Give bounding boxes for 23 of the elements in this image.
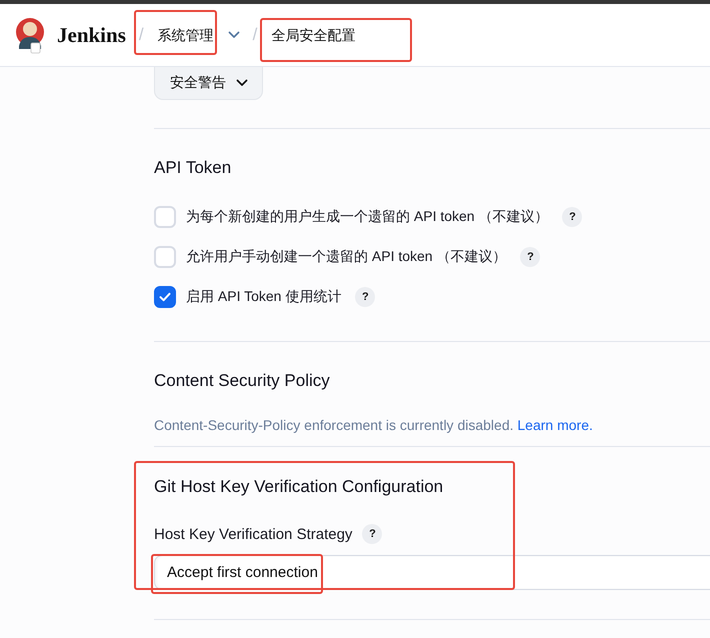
breadcrumb-link[interactable]: 系统管理: [158, 26, 214, 44]
breadcrumb-link[interactable]: 全局安全配置: [271, 26, 356, 44]
help-button[interactable]: ?: [355, 287, 376, 307]
breadcrumb-separator: /: [138, 25, 144, 45]
field-label: Host Key Verification Strategy: [154, 526, 352, 542]
help-button[interactable]: ?: [362, 524, 382, 544]
help-button[interactable]: ?: [562, 207, 582, 227]
section-heading: Content Security Policy: [154, 370, 330, 392]
checkbox-label[interactable]: 为每个新创建的用户生成一个遗留的 API token （不建议）: [186, 208, 548, 226]
checkbox-label[interactable]: 启用 API Token 使用统计: [186, 288, 342, 306]
checkbox-label[interactable]: 允许用户手动创建一个遗留的 API token （不建议）: [186, 248, 506, 266]
chevron-down-icon[interactable]: [236, 79, 248, 87]
brand-name[interactable]: Jenkins: [57, 22, 126, 48]
learn-more-link[interactable]: Learn more.: [517, 417, 593, 433]
notice-text: Content-Security-Policy enforcement is currently disabled. Learn more.: [154, 416, 594, 435]
section-heading: Git Host Key Verification Configuration: [154, 476, 444, 498]
jump-menu-button[interactable]: 安全警告: [154, 67, 263, 100]
section-heading: API Token: [154, 157, 232, 179]
checkbox[interactable]: [154, 286, 176, 308]
butler-logo-icon[interactable]: [15, 16, 45, 54]
checkmark-icon: [159, 292, 171, 302]
breadcrumb-separator: /: [252, 25, 258, 45]
help-button[interactable]: ?: [520, 247, 540, 267]
